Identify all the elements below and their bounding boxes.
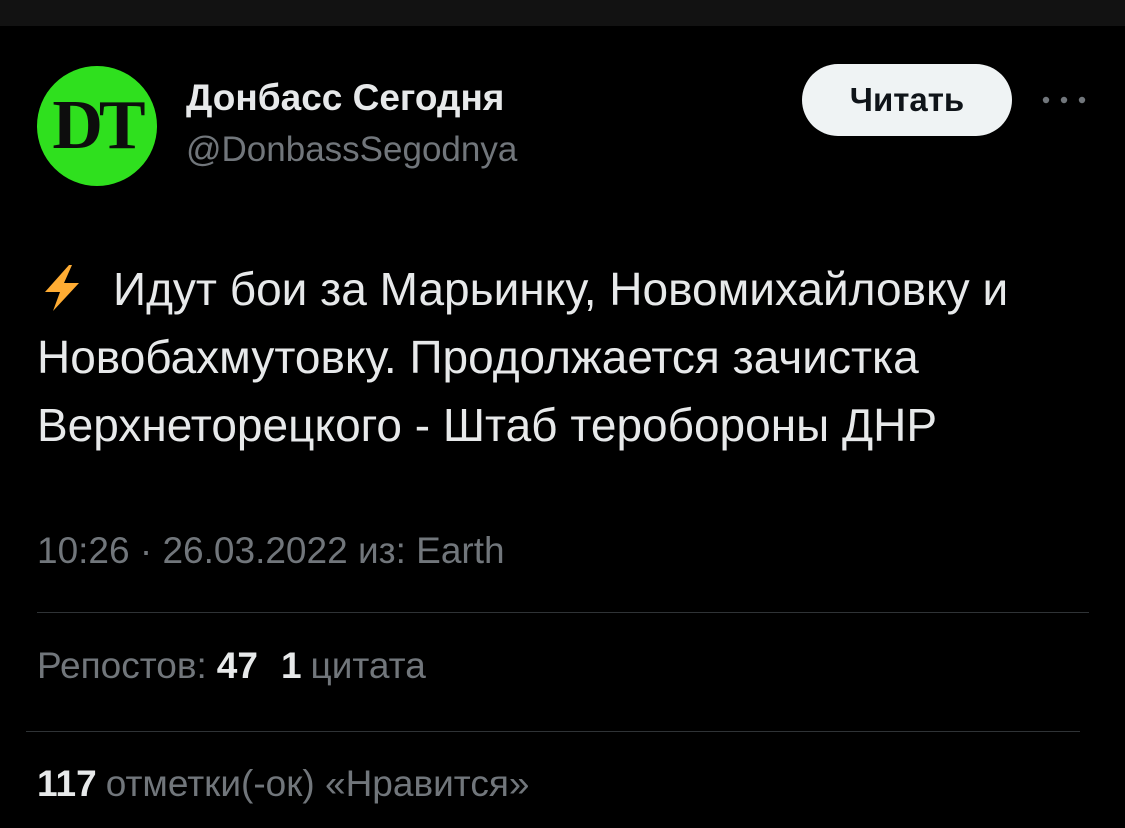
more-options-button[interactable] <box>1036 82 1092 118</box>
author-display-name[interactable]: Донбасс Сегодня <box>186 77 504 119</box>
quotes-stat[interactable]: 1 цитата <box>281 645 426 687</box>
reposts-count: 47 <box>216 645 258 686</box>
tweet-text: Идут бои за Марьинку, Новомихайловку и Н… <box>37 255 1097 459</box>
lightning-bolt-icon <box>45 265 79 311</box>
tweet-source: Earth <box>416 530 505 571</box>
tweet-line-1: Идут бои за Марьинку, Новомихайловку и <box>37 255 1097 323</box>
tweet-meta: 10:26 · 26.03.2022 из: Earth <box>37 530 505 572</box>
tweet-date[interactable]: 26.03.2022 <box>162 530 347 571</box>
reposts-label: Репостов: <box>37 645 207 686</box>
likes-stat[interactable]: 117 отметки(-ок) «Нравится» <box>37 763 529 805</box>
source-prefix: из: <box>357 530 406 571</box>
quotes-count: 1 <box>280 645 302 686</box>
divider-bottom <box>26 731 1080 732</box>
divider-top <box>37 612 1089 613</box>
likes-label: отметки(-ок) «Нравится» <box>105 763 530 804</box>
status-bar-strip <box>0 0 1125 26</box>
likes-count: 117 <box>37 763 97 804</box>
meta-separator: · <box>139 530 153 571</box>
tweet-time[interactable]: 10:26 <box>37 530 130 571</box>
tweet-line-2: Новобахмутовку. Продолжается зачистка <box>37 331 919 383</box>
tweet-line-1-text: Идут бои за Марьинку, Новомихайловку и <box>113 263 1009 315</box>
tweet-line-3: Верхнеторецкого - Штаб теробороны ДНР <box>37 399 938 451</box>
quotes-label: цитата <box>310 645 426 686</box>
author-handle[interactable]: @DonbassSegodnya <box>186 130 517 170</box>
follow-button[interactable]: Читать <box>802 64 1012 136</box>
avatar[interactable]: DT <box>37 66 157 186</box>
engagement-stats: Репостов: 47 1 цитата <box>37 645 426 687</box>
reposts-stat[interactable]: Репостов: 47 <box>37 645 267 687</box>
more-horizontal-icon <box>1042 96 1086 104</box>
avatar-logo-text: DT <box>52 87 145 164</box>
